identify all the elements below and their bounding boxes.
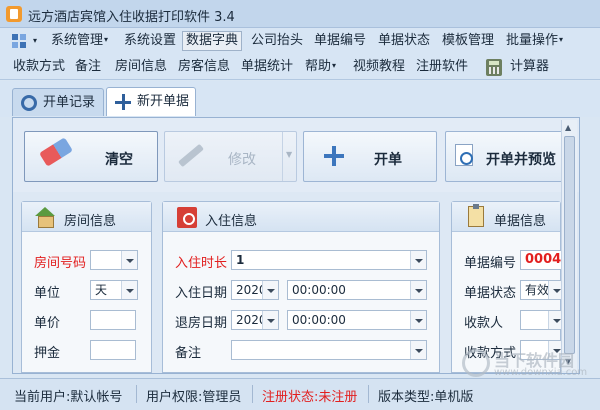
room-number-label: 房间号码 xyxy=(34,256,87,271)
chevron-down-icon[interactable] xyxy=(262,281,278,299)
chevron-down-icon[interactable] xyxy=(410,311,426,329)
history-clock-icon xyxy=(21,95,37,111)
price-label: 单价 xyxy=(34,316,61,331)
menu-bar-top: ▾ 系统管理▾ 系统设置 数据字典 公司抬头 单据编号 单据状态 模板管理 批量… xyxy=(0,28,600,54)
menu-register-software[interactable]: 注册软件 xyxy=(413,58,471,76)
menu-data-dictionary[interactable]: 数据字典 xyxy=(182,31,243,51)
panel-title: 房间信息 xyxy=(64,214,117,229)
chevron-down-icon[interactable] xyxy=(121,251,137,269)
checkin-date-label: 入住日期 xyxy=(175,286,228,301)
modify-button[interactable]: 修改 ▼ xyxy=(164,131,297,182)
menu-remark[interactable]: 备注 xyxy=(72,58,104,76)
stay-duration-label: 入住时长 xyxy=(175,256,228,271)
plus-icon xyxy=(115,94,131,110)
preview-document-icon xyxy=(455,144,473,166)
menu-video-tutorial[interactable]: 视频教程 xyxy=(350,58,408,76)
remark-label: 备注 xyxy=(175,346,202,361)
checkin-date-picker[interactable]: 2020 xyxy=(231,280,279,300)
plus-icon xyxy=(324,146,344,166)
deposit-input[interactable] xyxy=(90,340,136,360)
open-and-preview-button[interactable]: 开单并预览 xyxy=(445,131,573,182)
modify-dropdown-arrow-icon[interactable]: ▼ xyxy=(286,150,292,159)
scroll-up-arrow-icon[interactable]: ▲ xyxy=(565,123,571,132)
open-bill-button[interactable]: 开单 xyxy=(303,131,437,182)
eraser-icon xyxy=(39,137,73,167)
menu-guest-info[interactable]: 房客信息 xyxy=(175,58,233,76)
room-number-select[interactable] xyxy=(90,250,138,270)
menu-room-info[interactable]: 房间信息 xyxy=(112,58,170,76)
calculator-icon[interactable] xyxy=(486,59,502,76)
status-user-permission: 用户权限:管理员 xyxy=(146,390,242,405)
menu-system-settings[interactable]: 系统设置 xyxy=(121,32,179,50)
payee-label: 收款人 xyxy=(464,316,504,331)
scrollbar-thumb[interactable] xyxy=(564,136,575,354)
bill-toolbar: 清空 修改 ▼ 开单 开单并预览 xyxy=(13,118,579,192)
checkin-info-panel: 入住信息 入住时长 1 入住日期 2020 00:00:00 退房日期 2020… xyxy=(162,201,440,373)
price-input[interactable] xyxy=(90,310,136,330)
menu-bill-number[interactable]: 单据编号 xyxy=(311,32,369,50)
chevron-down-icon[interactable] xyxy=(262,311,278,329)
app-icon xyxy=(6,6,22,22)
vertical-scrollbar[interactable]: ▲ ▼ xyxy=(561,120,577,371)
payee-select[interactable] xyxy=(520,310,562,330)
menu-bill-statistics[interactable]: 单据统计 xyxy=(238,58,296,76)
menu-bar-bottom: 收款方式 备注 房间信息 房客信息 单据统计 帮助▾ 视频教程 注册软件 计算器 xyxy=(0,54,600,80)
watermark-logo-icon xyxy=(462,349,490,377)
menu-calculator[interactable]: 计算器 xyxy=(507,58,552,76)
clear-button[interactable]: 清空 xyxy=(24,131,158,182)
tab-strip: 开单记录 新开单据 xyxy=(0,81,600,117)
pencil-icon xyxy=(178,143,204,168)
menu-company-header[interactable]: 公司抬头 xyxy=(248,32,306,50)
bill-number-input[interactable]: 0004 xyxy=(520,250,562,270)
chevron-down-icon[interactable] xyxy=(121,281,137,299)
house-icon xyxy=(34,207,56,228)
layout-grid-icon[interactable] xyxy=(12,34,26,48)
checkin-book-icon xyxy=(177,207,197,228)
menu-batch-operations[interactable]: 批量操作▾ xyxy=(503,32,566,50)
chevron-down-icon[interactable] xyxy=(548,281,562,299)
menu-bill-status[interactable]: 单据状态 xyxy=(375,32,433,50)
checkout-date-picker[interactable]: 2020 xyxy=(231,310,279,330)
stay-duration-select[interactable]: 1 xyxy=(231,250,427,270)
bill-number-label: 单据编号 xyxy=(464,256,517,271)
chevron-down-icon[interactable] xyxy=(410,341,426,359)
window-title: 远方酒店宾馆入住收据打印软件 3.4 xyxy=(28,10,235,25)
tab-new-bill[interactable]: 新开单据 xyxy=(106,87,196,116)
checkout-time-select[interactable]: 00:00:00 xyxy=(287,310,427,330)
panel-title: 入住信息 xyxy=(205,214,258,229)
status-version-type: 版本类型:单机版 xyxy=(378,390,474,405)
site-watermark: 当下软件园 www.downxia.com xyxy=(462,345,590,391)
status-registration: 注册状态:未注册 xyxy=(262,390,358,405)
tab-bill-records[interactable]: 开单记录 xyxy=(12,88,104,116)
remark-select[interactable] xyxy=(231,340,427,360)
menu-system-manage[interactable]: 系统管理▾ xyxy=(48,32,111,50)
bill-status-select[interactable]: 有效 xyxy=(520,280,562,300)
layout-menu-caret[interactable]: ▾ xyxy=(30,32,40,50)
status-current-user: 当前用户:默认帐号 xyxy=(14,390,123,405)
chevron-down-icon[interactable] xyxy=(410,251,426,269)
new-bill-content: 清空 修改 ▼ 开单 开单并预览 房间信息 房间号码 单位 天 单价 押金 入住… xyxy=(12,117,580,374)
menu-payment-method[interactable]: 收款方式 xyxy=(10,58,68,76)
clipboard-icon xyxy=(468,204,484,227)
checkin-time-select[interactable]: 00:00:00 xyxy=(287,280,427,300)
chevron-down-icon[interactable] xyxy=(548,311,562,329)
title-bar: 远方酒店宾馆入住收据打印软件 3.4 xyxy=(0,0,600,28)
panel-title: 单据信息 xyxy=(494,214,547,229)
deposit-label: 押金 xyxy=(34,346,61,361)
chevron-down-icon[interactable] xyxy=(410,281,426,299)
checkout-date-label: 退房日期 xyxy=(175,316,228,331)
unit-select[interactable]: 天 xyxy=(90,280,138,300)
room-info-panel: 房间信息 房间号码 单位 天 单价 押金 xyxy=(21,201,152,373)
menu-template-manage[interactable]: 模板管理 xyxy=(439,32,497,50)
menu-help[interactable]: 帮助▾ xyxy=(302,58,339,76)
bill-status-label: 单据状态 xyxy=(464,286,517,301)
unit-label: 单位 xyxy=(34,286,61,301)
